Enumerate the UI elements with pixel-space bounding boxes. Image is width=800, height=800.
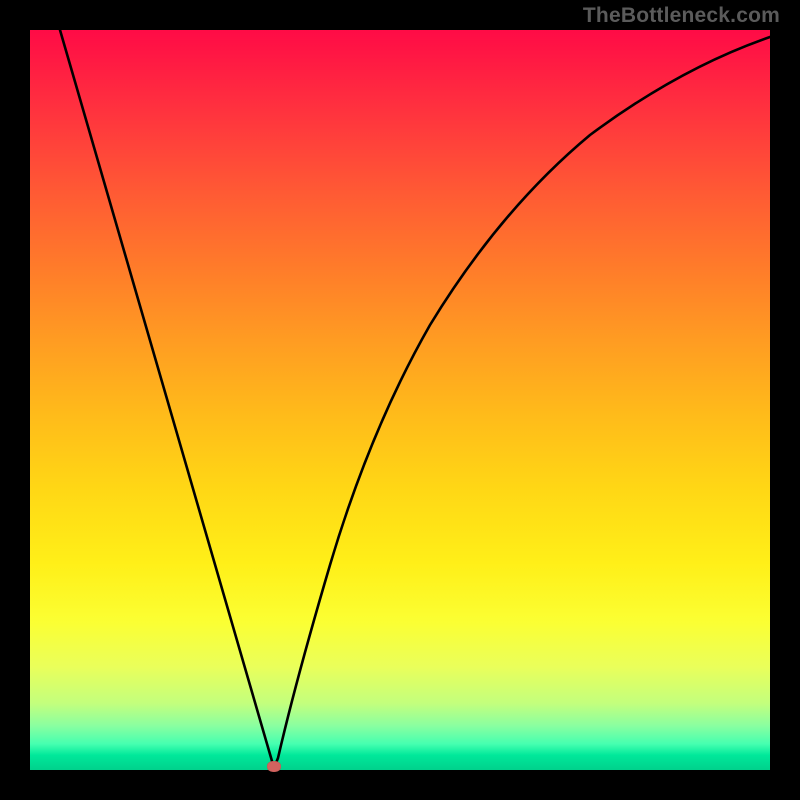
watermark-text: TheBottleneck.com — [583, 4, 780, 28]
chart-frame: TheBottleneck.com — [0, 0, 800, 800]
plot-area — [30, 30, 770, 770]
minimum-marker — [267, 761, 281, 772]
